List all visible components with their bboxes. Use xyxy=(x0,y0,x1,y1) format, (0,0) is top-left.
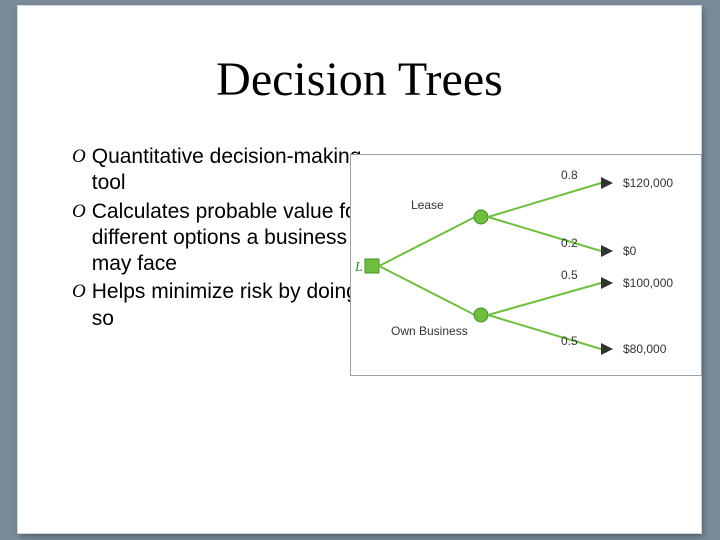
probability-label: 0.5 xyxy=(561,334,578,348)
terminal-node-icon xyxy=(601,177,613,189)
list-item: O Helps minimize risk by doing so xyxy=(72,279,372,332)
probability-label: 0.5 xyxy=(561,268,578,282)
branch-label: Own Business xyxy=(391,324,468,338)
payoff-label: $0 xyxy=(623,244,637,258)
chance-node-icon xyxy=(474,308,488,322)
branch-label: Lease xyxy=(411,198,444,212)
terminal-node-icon xyxy=(601,245,613,257)
decision-tree-diagram: L Lease Own Business xyxy=(350,154,702,376)
root-label: L xyxy=(354,260,363,275)
slide-frame: Decision Trees O Quantitative decision-m… xyxy=(18,6,701,533)
payoff-label: $100,000 xyxy=(623,276,673,290)
decision-node-icon xyxy=(365,259,379,273)
terminal-node-icon xyxy=(601,343,613,355)
terminal-node-icon xyxy=(601,277,613,289)
payoff-label: $80,000 xyxy=(623,342,667,356)
bullet-text: Quantitative decision-making tool xyxy=(92,144,372,197)
bullet-marker-icon: O xyxy=(72,279,86,332)
list-item: O Quantitative decision-making tool xyxy=(72,144,372,197)
bullet-list: O Quantitative decision-making tool O Ca… xyxy=(72,144,372,334)
bullet-text: Calculates probable value for different … xyxy=(92,199,372,278)
bullet-marker-icon: O xyxy=(72,199,86,278)
bullet-text: Helps minimize risk by doing so xyxy=(92,279,372,332)
slide-title: Decision Trees xyxy=(18,52,701,107)
probability-label: 0.2 xyxy=(561,236,578,250)
probability-label: 0.8 xyxy=(561,168,578,182)
payoff-label: $120,000 xyxy=(623,176,673,190)
slide-background: Decision Trees O Quantitative decision-m… xyxy=(0,0,720,540)
chance-node-icon xyxy=(474,210,488,224)
bullet-marker-icon: O xyxy=(72,144,86,197)
list-item: O Calculates probable value for differen… xyxy=(72,199,372,278)
